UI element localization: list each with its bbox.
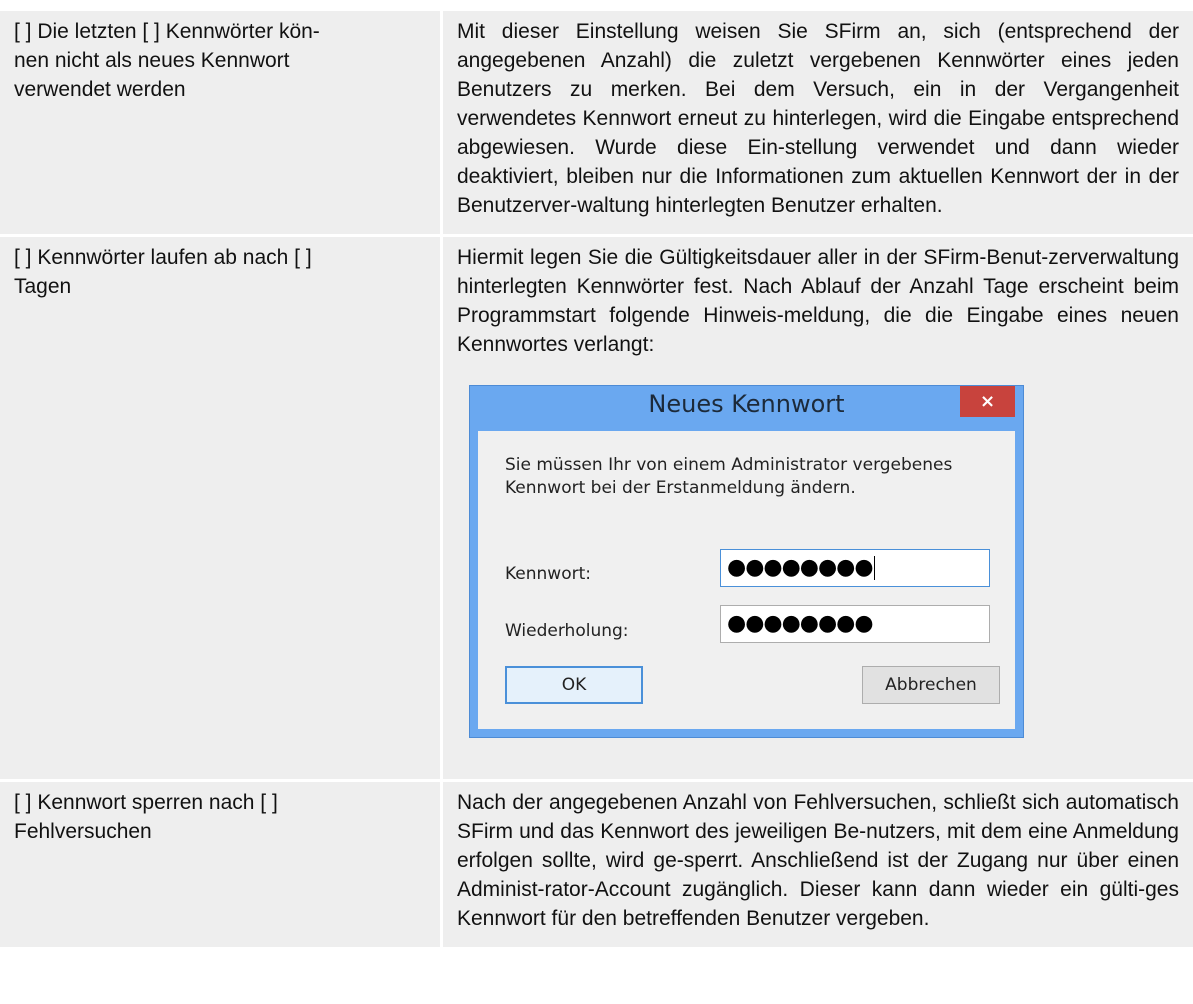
password-value: ●●●●●●●●: [727, 555, 874, 580]
table-row: [ ] Kennwörter laufen ab nach [ ] Tagen …: [0, 234, 1193, 781]
dialog-screenshot: Neues Kennwort × Sie müssen Ihr von eine…: [457, 385, 1179, 765]
table-row: [ ] Kennwort sperren nach [ ] Fehlversuc…: [0, 779, 1193, 947]
setting-description: Nach der angegebenen Anzahl von Fehlvers…: [457, 791, 1179, 930]
password-field[interactable]: ●●●●●●●●: [720, 549, 990, 587]
cancel-button[interactable]: Abbrechen: [862, 666, 1000, 704]
setting-cell: [ ] Die letzten [ ] Kennwörter kön- nen …: [0, 11, 442, 236]
dialog-message: Sie müssen Ihr von einem Administrator v…: [505, 455, 953, 498]
repeat-label: Wiederholung:: [505, 621, 629, 641]
repeat-password-field[interactable]: ●●●●●●●●: [720, 605, 990, 643]
ok-button[interactable]: OK: [505, 666, 643, 704]
close-icon[interactable]: ×: [960, 386, 1015, 417]
setting-description: Mit dieser Einstellung weisen Sie SFirm …: [457, 20, 1179, 217]
new-password-dialog: Neues Kennwort × Sie müssen Ihr von eine…: [469, 385, 1024, 738]
setting-description: Hiermit legen Sie die Gültigkeitsdauer a…: [457, 246, 1179, 356]
dialog-title: Neues Kennwort: [648, 390, 845, 418]
repeat-password-value: ●●●●●●●●: [727, 611, 874, 636]
setting-cell: [ ] Kennwort sperren nach [ ] Fehlversuc…: [0, 779, 442, 947]
dialog-body: Sie müssen Ihr von einem Administrator v…: [478, 431, 1015, 729]
setting-cell: [ ] Kennwörter laufen ab nach [ ] Tagen: [0, 234, 442, 781]
description-cell: Nach der angegebenen Anzahl von Fehlvers…: [440, 779, 1193, 947]
setting-label: [ ] Die letzten [ ] Kennwörter kön- nen …: [14, 20, 320, 101]
settings-table: [ ] Die letzten [ ] Kennwörter kön- nen …: [0, 11, 1193, 947]
setting-label: [ ] Kennwörter laufen ab nach [ ] Tagen: [14, 246, 312, 298]
description-cell: Hiermit legen Sie die Gültigkeitsdauer a…: [440, 234, 1193, 781]
text-caret: [873, 556, 875, 580]
setting-label: [ ] Kennwort sperren nach [ ] Fehlversuc…: [14, 791, 278, 843]
table-row: [ ] Die letzten [ ] Kennwörter kön- nen …: [0, 11, 1193, 236]
password-label: Kennwort:: [505, 564, 591, 584]
description-cell: Mit dieser Einstellung weisen Sie SFirm …: [440, 11, 1193, 236]
